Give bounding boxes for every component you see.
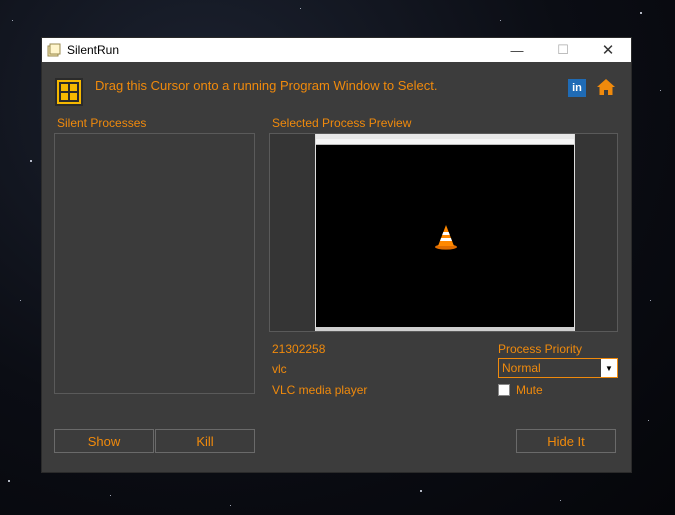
mute-label[interactable]: Mute (516, 383, 543, 397)
priority-select[interactable]: Normal ▼ (498, 358, 618, 378)
process-window-title: VLC media player (272, 383, 368, 397)
process-name: vlc (272, 362, 287, 376)
kill-button[interactable]: Kill (155, 429, 255, 453)
priority-value: Normal (502, 361, 541, 375)
crosshair-icon[interactable] (55, 78, 83, 106)
priority-label: Process Priority (498, 342, 583, 356)
title-bar[interactable]: SilentRun — ☐ ✕ (42, 38, 631, 62)
silentrun-window: SilentRun — ☐ ✕ Drag this Cursor onto a … (42, 38, 631, 472)
home-icon[interactable] (596, 77, 616, 97)
mute-checkbox[interactable] (498, 384, 510, 396)
maximize-button[interactable]: ☐ (540, 38, 586, 62)
minimize-button[interactable]: — (494, 38, 540, 62)
chevron-down-icon[interactable]: ▼ (601, 359, 617, 377)
silent-processes-label: Silent Processes (57, 116, 147, 130)
instruction-text: Drag this Cursor onto a running Program … (95, 78, 438, 93)
hide-it-button[interactable]: Hide It (516, 429, 616, 453)
show-button[interactable]: Show (54, 429, 154, 453)
window-title: SilentRun (67, 43, 120, 57)
silent-processes-list[interactable] (54, 133, 255, 394)
app-icon (47, 43, 61, 57)
process-preview (269, 133, 618, 332)
process-id: 21302258 (272, 342, 326, 356)
preview-label: Selected Process Preview (272, 116, 412, 130)
preview-thumbnail (315, 134, 575, 331)
close-button[interactable]: ✕ (585, 38, 631, 62)
vlc-cone-icon (435, 225, 457, 250)
linkedin-icon[interactable]: in (568, 79, 586, 97)
